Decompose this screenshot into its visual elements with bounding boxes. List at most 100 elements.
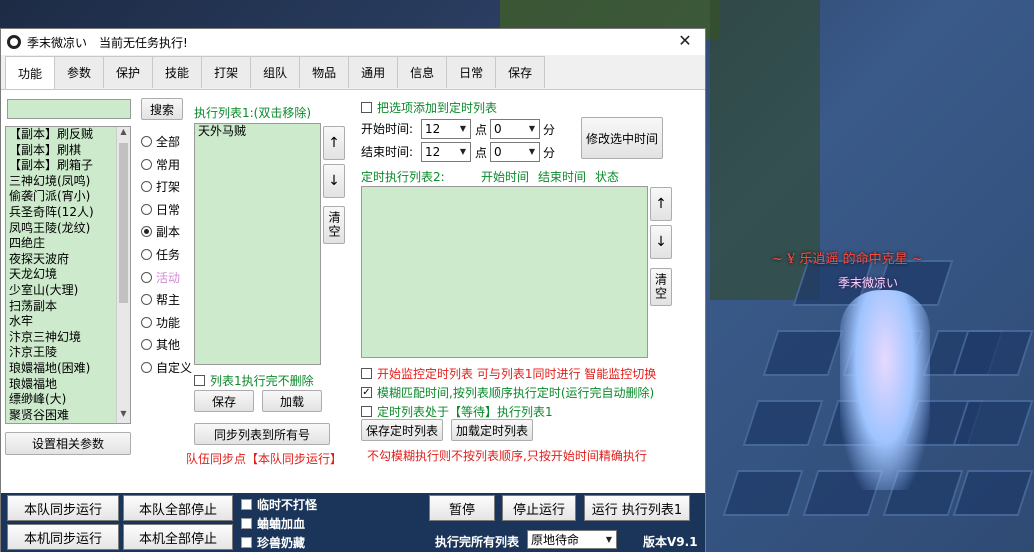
monitor-timer-checkbox[interactable]: 开始监控定时列表 可与列表1同时进行 智能监控切换 — [361, 365, 656, 382]
list-item[interactable]: 兵圣奇阵(12人) — [6, 205, 130, 221]
category-radio[interactable]: 全部 — [141, 133, 180, 150]
tab-item[interactable]: 物品 — [299, 56, 350, 88]
timer-up-button[interactable]: ↑ — [650, 187, 672, 221]
category-radio[interactable]: 帮主 — [141, 291, 180, 308]
category-radio[interactable]: 副本 — [141, 223, 180, 240]
settings-button[interactable]: 设置相关参数 — [5, 432, 131, 455]
exec-clear-button[interactable]: 清空 — [323, 206, 345, 244]
list-item[interactable]: 三神幻境(凤鸣) — [6, 174, 130, 190]
load-timer-button[interactable]: 加载定时列表 — [451, 419, 533, 441]
exec-list[interactable]: 天外马贼 — [194, 123, 321, 365]
category-radio[interactable]: 任务 — [141, 246, 180, 263]
tab-item[interactable]: 信息 — [397, 56, 448, 88]
category-radio[interactable]: 打架 — [141, 178, 180, 195]
timer-clear-button[interactable]: 清空 — [650, 268, 672, 306]
start-hour-select[interactable]: 12 ▼ — [421, 119, 471, 139]
radio-dot-icon[interactable] — [141, 181, 152, 193]
list-item[interactable]: 四绝庄 — [6, 236, 130, 252]
tab-item[interactable]: 通用 — [348, 56, 399, 88]
list-item[interactable]: 天龙幻境 — [6, 267, 130, 283]
category-radio[interactable]: 自定义 — [141, 359, 192, 376]
list-item[interactable]: 水牢 — [6, 314, 130, 330]
category-radio[interactable]: 日常 — [141, 201, 180, 218]
radio-dot-icon[interactable] — [141, 226, 152, 238]
chevron-down-icon[interactable]: ▼ — [456, 143, 470, 161]
scroll-up-icon[interactable]: ▲ — [117, 127, 130, 141]
chevron-down-icon[interactable]: ▼ — [602, 531, 616, 549]
radio-dot-icon[interactable] — [141, 158, 152, 170]
tab-item[interactable]: 技能 — [152, 56, 203, 88]
tab-item[interactable]: 组队 — [250, 56, 301, 88]
list-item[interactable]: 少室山(大理) — [6, 283, 130, 299]
search-input[interactable] — [7, 99, 131, 119]
chevron-down-icon[interactable]: ▼ — [456, 120, 470, 138]
local-sync-run-button[interactable]: 本机同步运行 — [7, 524, 119, 550]
radio-dot-icon[interactable] — [141, 316, 152, 328]
category-radio[interactable]: 其他 — [141, 336, 180, 353]
timer-down-button[interactable]: ↓ — [650, 225, 672, 259]
cricket-heal-checkbox[interactable]: 蛐蛐加血 — [241, 515, 305, 532]
end-hour-select[interactable]: 12 ▼ — [421, 142, 471, 162]
list-item[interactable]: 缥缈峰(大) — [6, 392, 130, 408]
fuzzy-match-box[interactable]: ✓ — [361, 387, 372, 398]
list-item[interactable]: 【副本】刷反贼 — [6, 127, 130, 143]
scroll-thumb[interactable] — [119, 143, 128, 303]
fuzzy-match-checkbox[interactable]: ✓ 模糊匹配时间,按列表顺序执行定时(运行完自动删除) — [361, 384, 654, 401]
team-sync-run-button[interactable]: 本队同步运行 — [7, 495, 119, 521]
stop-button[interactable]: 停止运行 — [502, 495, 576, 521]
list-item[interactable]: 汴京王陵 — [6, 345, 130, 361]
radio-dot-icon[interactable] — [141, 362, 152, 373]
player-character[interactable] — [840, 290, 930, 490]
tab-item[interactable]: 功能 — [5, 56, 56, 89]
monitor-timer-box[interactable] — [361, 368, 372, 379]
add-to-timer-box[interactable] — [361, 102, 372, 113]
radio-dot-icon[interactable] — [141, 249, 152, 260]
radio-dot-icon[interactable] — [141, 136, 152, 147]
list-item[interactable]: 【副本】刷棋 — [6, 143, 130, 159]
category-radio[interactable]: 功能 — [141, 314, 180, 331]
pet-milk-checkbox[interactable]: 珍兽奶藏 — [241, 534, 305, 551]
timer-wait-box[interactable] — [361, 406, 372, 417]
list-item[interactable]: 【副本】刷箱子 — [6, 158, 130, 174]
tab-item[interactable]: 保护 — [103, 56, 154, 88]
pet-milk-box[interactable] — [241, 537, 252, 548]
list-item[interactable]: 扫荡副本 — [6, 299, 130, 315]
list-item[interactable]: 琅嬛福地(困难) — [6, 361, 130, 377]
list-item[interactable]: 琅嬛福地 — [6, 377, 130, 393]
close-icon[interactable]: ✕ — [675, 31, 695, 50]
timer-wait-checkbox[interactable]: 定时列表处于【等待】执行列表1 — [361, 403, 553, 420]
tab-item[interactable]: 保存 — [495, 56, 546, 88]
task-list[interactable]: 【副本】刷反贼 【副本】刷棋 【副本】刷箱子 三神幻境(凤鸣) 偷袭门派(宵小) 兵圣奇阵… — [5, 126, 131, 424]
category-radio[interactable]: 常用 — [141, 156, 180, 173]
chevron-down-icon[interactable]: ▼ — [525, 120, 539, 138]
task-list-scrollbar[interactable]: ▲ ▼ — [116, 127, 130, 423]
exec-list-item[interactable]: 天外马贼 — [195, 124, 320, 140]
no-delete-checkbox[interactable]: 列表1执行完不删除 — [194, 372, 314, 389]
list-item[interactable]: 偷袭门派(宵小) — [6, 189, 130, 205]
end-minute-select[interactable]: 0 ▼ — [490, 142, 540, 162]
list-item[interactable]: 夜探天波府 — [6, 252, 130, 268]
after-all-select[interactable]: 原地待命 ▼ — [527, 530, 617, 549]
list-item[interactable]: 凤鸣王陵(龙纹) — [6, 221, 130, 237]
no-delete-box[interactable] — [194, 375, 205, 386]
list-item[interactable]: 汴京三神幻境 — [6, 330, 130, 346]
scroll-down-icon[interactable]: ▼ — [117, 409, 130, 423]
exec-save-button[interactable]: 保存 — [194, 390, 254, 412]
no-attack-box[interactable] — [241, 499, 252, 510]
modify-time-button[interactable]: 修改选中时间 — [581, 117, 663, 159]
run-list-button[interactable]: 运行 执行列表1 — [584, 495, 690, 521]
timer-list[interactable] — [361, 186, 648, 358]
list-item[interactable]: 聚贤谷困难 — [6, 408, 130, 423]
chevron-down-icon[interactable]: ▼ — [525, 143, 539, 161]
tab-item[interactable]: 参数 — [54, 56, 105, 88]
start-minute-select[interactable]: 0 ▼ — [490, 119, 540, 139]
exec-up-button[interactable]: ↑ — [323, 126, 345, 160]
tab-item[interactable]: 日常 — [446, 56, 497, 88]
radio-dot-icon[interactable] — [141, 271, 152, 283]
search-button[interactable]: 搜索 — [141, 98, 183, 120]
sync-all-button[interactable]: 同步列表到所有号 — [194, 423, 330, 445]
local-stop-all-button[interactable]: 本机全部停止 — [123, 524, 233, 550]
exec-down-button[interactable]: ↓ — [323, 164, 345, 198]
pause-button[interactable]: 暂停 — [429, 495, 495, 521]
team-stop-all-button[interactable]: 本队全部停止 — [123, 495, 233, 521]
